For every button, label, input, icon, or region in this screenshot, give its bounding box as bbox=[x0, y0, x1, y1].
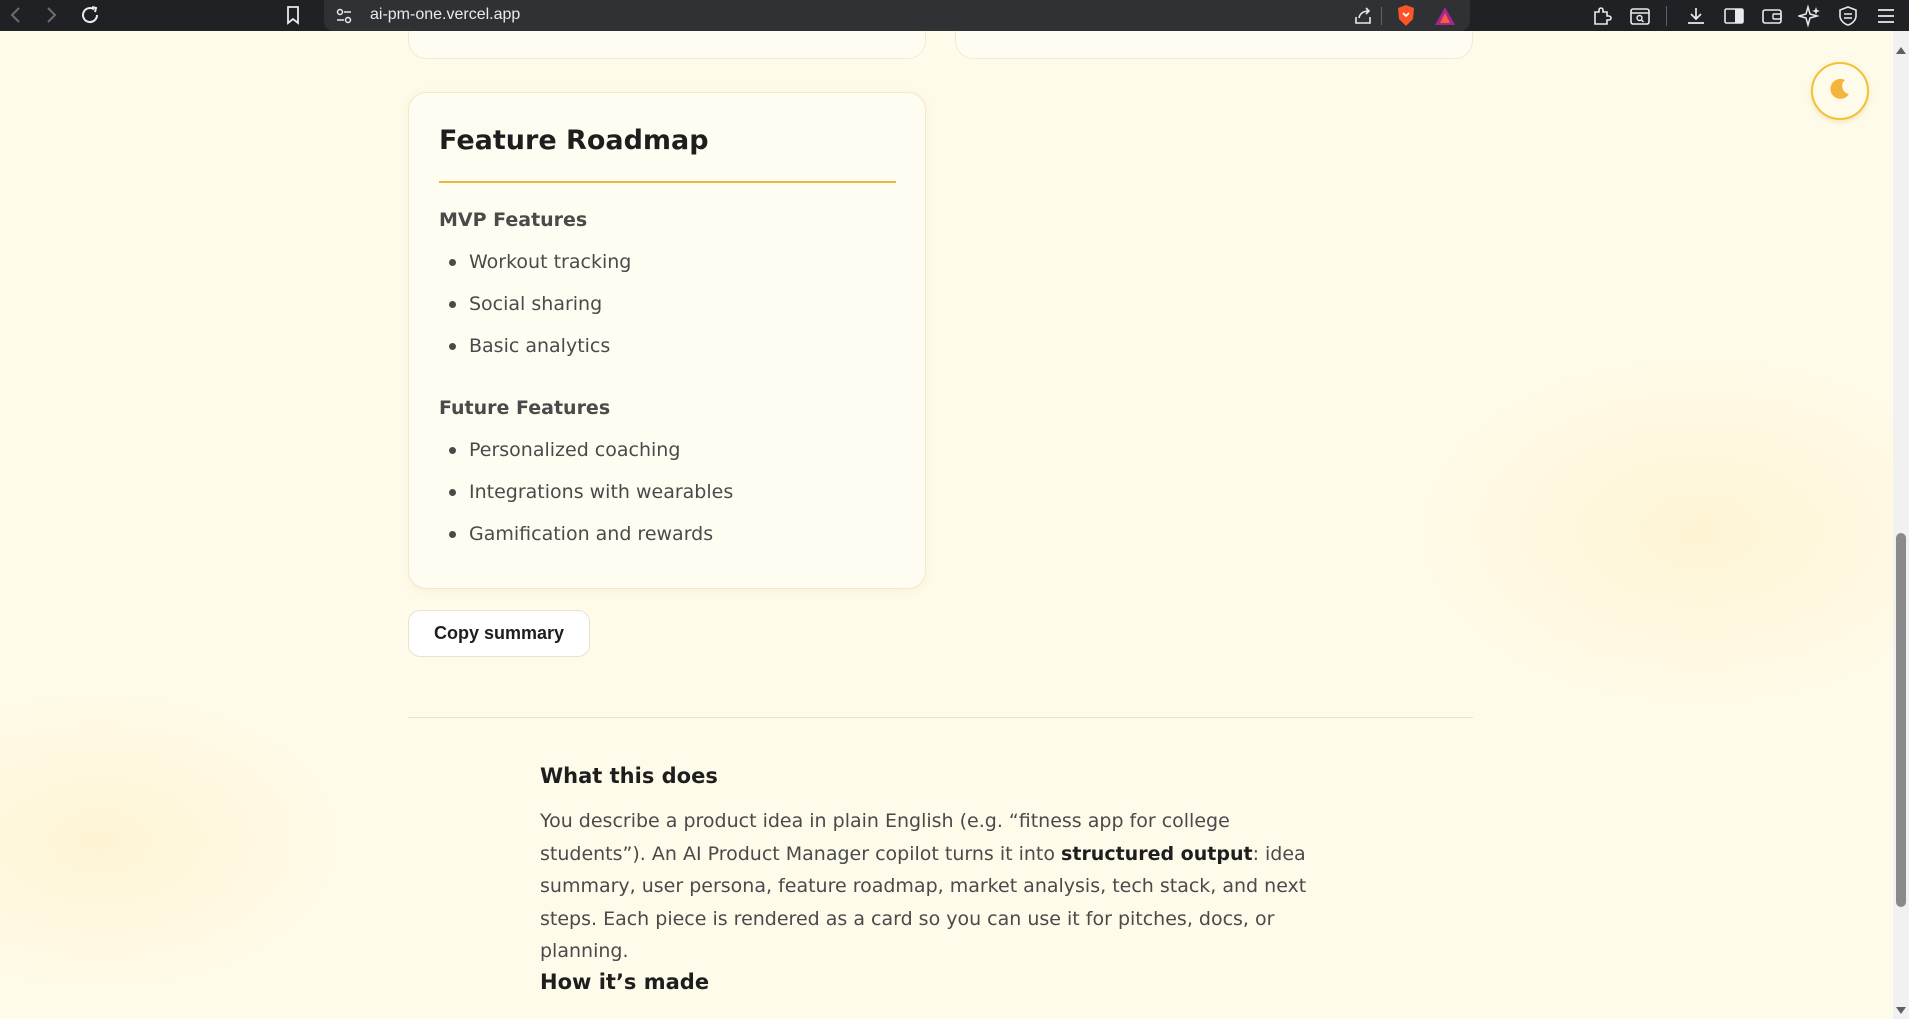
extensions-icon[interactable] bbox=[1590, 4, 1614, 28]
site-settings-icon[interactable] bbox=[334, 6, 354, 30]
list-item: Social sharing bbox=[439, 283, 631, 325]
what-this-does-heading: What this does bbox=[540, 764, 718, 788]
sidebar-icon[interactable] bbox=[1722, 4, 1746, 28]
card-title: Feature Roadmap bbox=[439, 125, 709, 156]
share-icon[interactable] bbox=[1352, 5, 1374, 31]
browser-toolbar: ai-pm-one.vercel.app bbox=[0, 0, 1909, 31]
reload-icon[interactable] bbox=[78, 3, 102, 27]
url-text[interactable]: ai-pm-one.vercel.app bbox=[370, 6, 520, 24]
leo-ai-icon[interactable] bbox=[1796, 4, 1822, 28]
section-divider bbox=[408, 717, 1473, 718]
download-icon[interactable] bbox=[1684, 4, 1708, 28]
future-list: Personalized coaching Integrations with … bbox=[439, 429, 733, 555]
tab-search-icon[interactable] bbox=[1628, 4, 1652, 28]
scrollbar-thumb[interactable] bbox=[1896, 533, 1906, 907]
list-item: Personalized coaching bbox=[439, 429, 733, 471]
how-its-made-heading: How it’s made bbox=[540, 970, 710, 994]
address-bar[interactable]: ai-pm-one.vercel.app bbox=[324, 0, 1470, 31]
moon-icon bbox=[1826, 75, 1854, 107]
list-item: Gamification and rewards bbox=[439, 513, 733, 555]
title-divider bbox=[439, 181, 896, 183]
vpn-shield-icon[interactable] bbox=[1836, 4, 1860, 28]
future-heading: Future Features bbox=[439, 397, 611, 419]
feature-roadmap-card: Feature Roadmap MVP Features Workout tra… bbox=[408, 92, 926, 589]
copy-summary-button[interactable]: Copy summary bbox=[408, 610, 590, 657]
forward-icon[interactable] bbox=[39, 3, 63, 27]
mvp-heading: MVP Features bbox=[439, 209, 588, 231]
back-icon[interactable] bbox=[4, 3, 28, 27]
list-item: Integrations with wearables bbox=[439, 471, 733, 513]
menu-icon[interactable] bbox=[1874, 4, 1898, 28]
card-above-left bbox=[408, 31, 926, 59]
bookmark-icon[interactable] bbox=[281, 3, 305, 27]
scroll-down-arrow[interactable] bbox=[1896, 1007, 1906, 1014]
card-above-right bbox=[955, 31, 1473, 59]
scroll-up-arrow[interactable] bbox=[1896, 47, 1906, 54]
brave-rewards-icon[interactable] bbox=[1433, 5, 1457, 31]
what-this-does-text: You describe a product idea in plain Eng… bbox=[540, 810, 1307, 962]
mvp-list: Workout tracking Social sharing Basic an… bbox=[439, 241, 631, 367]
wallet-icon[interactable] bbox=[1760, 4, 1784, 28]
list-item: Basic analytics bbox=[439, 325, 631, 367]
page-scrollbar[interactable] bbox=[1893, 31, 1909, 1019]
brave-shields-icon[interactable] bbox=[1395, 4, 1417, 32]
theme-toggle-button[interactable] bbox=[1811, 62, 1869, 120]
list-item: Workout tracking bbox=[439, 241, 631, 283]
